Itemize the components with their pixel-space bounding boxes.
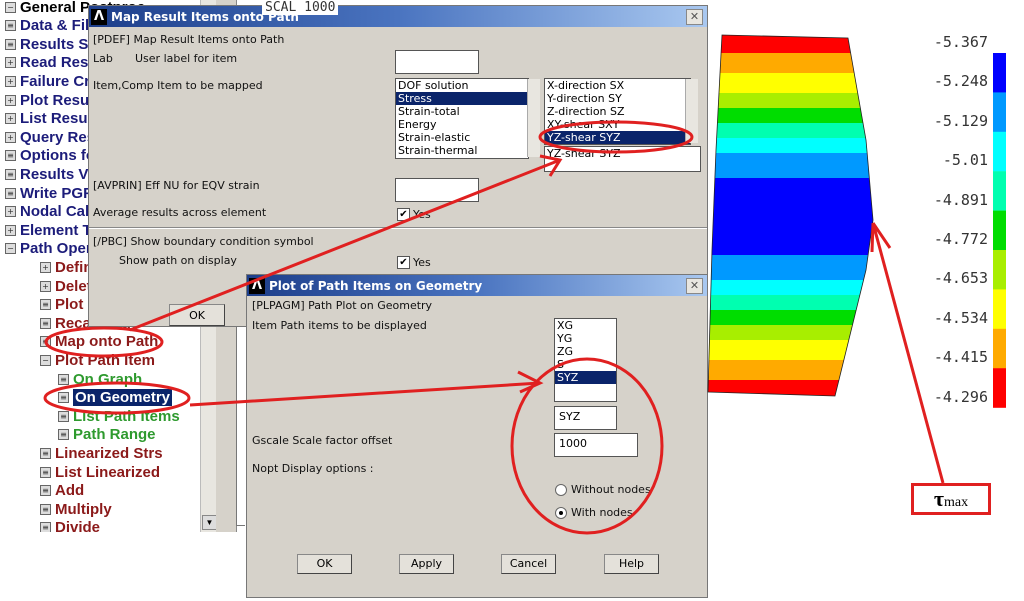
contour-band — [708, 280, 873, 296]
tau-max-label: τmax — [911, 483, 991, 515]
legend-swatch — [993, 250, 1006, 290]
legend-label: -4.534 — [933, 308, 988, 327]
contour-band — [708, 340, 873, 361]
contour-band — [708, 53, 873, 74]
contour-band — [708, 295, 873, 311]
contour-band — [708, 360, 873, 381]
legend-label: -5.248 — [933, 72, 988, 91]
contour-band — [708, 73, 873, 94]
contour-band — [708, 93, 873, 109]
contour-band — [708, 138, 873, 154]
contour-band — [708, 108, 873, 124]
legend-label: -5.01 — [942, 151, 988, 170]
tau-symbol: τ — [933, 486, 945, 511]
legend-swatch — [993, 368, 1006, 408]
legend-label: -4.415 — [933, 348, 988, 367]
contour-band — [708, 255, 873, 281]
contour-band — [708, 325, 873, 341]
highlight-ellipse-geometry — [43, 381, 191, 415]
legend-swatch — [993, 171, 1006, 211]
legend-label: -4.891 — [933, 190, 988, 209]
legend-swatch — [993, 131, 1006, 172]
arrow-map-to-syz — [129, 154, 563, 332]
legend-label: -4.772 — [933, 230, 988, 248]
legend-swatch — [993, 289, 1006, 329]
tau-subscript: max — [944, 495, 969, 510]
highlight-ellipse-map — [44, 326, 164, 358]
contour-band — [708, 153, 873, 179]
contour-band — [708, 380, 873, 396]
highlight-ellipse-syz — [538, 120, 694, 154]
arrow-geometry-to-dialog — [189, 370, 544, 407]
contour-band — [708, 35, 873, 54]
legend-label: -5.367 — [933, 33, 988, 51]
legend-swatch — [993, 53, 1006, 93]
legend-label: -4.296 — [933, 387, 988, 406]
legend-swatch — [993, 92, 1006, 132]
legend-swatch — [993, 210, 1006, 251]
legend-swatch — [993, 328, 1006, 369]
contour-band — [708, 178, 873, 256]
legend-label: -5.129 — [933, 111, 988, 130]
top-text: SCAL 1000 — [262, 0, 339, 15]
legend-label: -4.653 — [933, 269, 988, 288]
contour-plot — [43, 34, 1006, 535]
contour-band — [708, 123, 873, 139]
